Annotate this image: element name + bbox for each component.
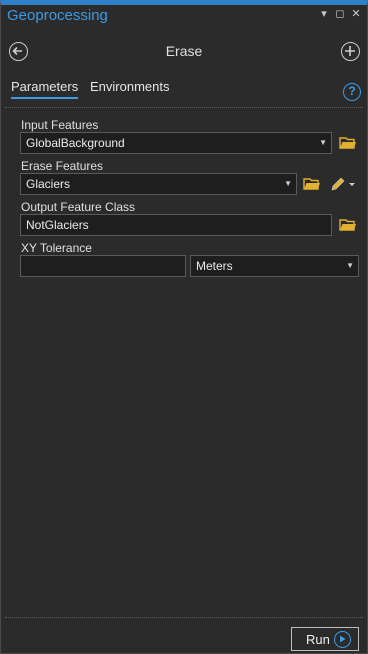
pane-options-icon[interactable]: ▾ [317, 7, 331, 21]
erase-features-select[interactable]: Glaciers ▼ [20, 173, 297, 195]
xy-tolerance-label: XY Tolerance [21, 241, 92, 255]
folder-icon[interactable] [339, 136, 357, 150]
erase-features-label: Erase Features [21, 159, 104, 173]
input-features-label: Input Features [21, 118, 99, 132]
tab-environments[interactable]: Environments [90, 79, 169, 94]
folder-icon[interactable] [339, 218, 357, 232]
divider [5, 107, 363, 108]
tool-header: Erase [1, 39, 367, 67]
output-feature-class-value: NotGlaciers [26, 218, 89, 232]
divider [5, 617, 363, 618]
maximize-icon[interactable]: ◻ [333, 7, 347, 21]
help-icon[interactable]: ? [343, 83, 361, 101]
xy-tolerance-unit-value: Meters [196, 259, 233, 273]
play-icon [340, 635, 346, 643]
tab-parameters[interactable]: Parameters [11, 79, 79, 99]
close-icon[interactable]: ✕ [349, 7, 363, 21]
run-label: Run [306, 632, 330, 647]
input-features-select[interactable]: GlobalBackground ▼ [20, 132, 332, 154]
dropdown-arrow-icon: ▼ [346, 261, 354, 270]
plus-icon [345, 46, 355, 56]
run-play-icon [334, 631, 351, 648]
xy-tolerance-input[interactable] [20, 255, 186, 277]
folder-icon[interactable] [303, 177, 321, 191]
dropdown-arrow-icon: ▼ [284, 179, 292, 188]
run-button[interactable]: Run [291, 627, 359, 651]
input-features-value: GlobalBackground [26, 136, 125, 150]
title-bar: Geoprocessing ▾ ◻ ✕ [1, 5, 367, 27]
dropdown-arrow-icon: ▼ [319, 138, 327, 147]
output-feature-class-label: Output Feature Class [21, 200, 136, 214]
pane-title: Geoprocessing [7, 7, 108, 24]
output-feature-class-input[interactable]: NotGlaciers [20, 214, 332, 236]
tool-title: Erase [165, 43, 203, 59]
geoprocessing-pane: Geoprocessing ▾ ◻ ✕ Erase Parameters Env… [0, 0, 368, 654]
xy-tolerance-unit-select[interactable]: Meters ▼ [190, 255, 359, 277]
add-button[interactable] [341, 42, 360, 61]
erase-features-value: Glaciers [26, 177, 71, 191]
edit-pencil-icon[interactable] [330, 176, 356, 192]
